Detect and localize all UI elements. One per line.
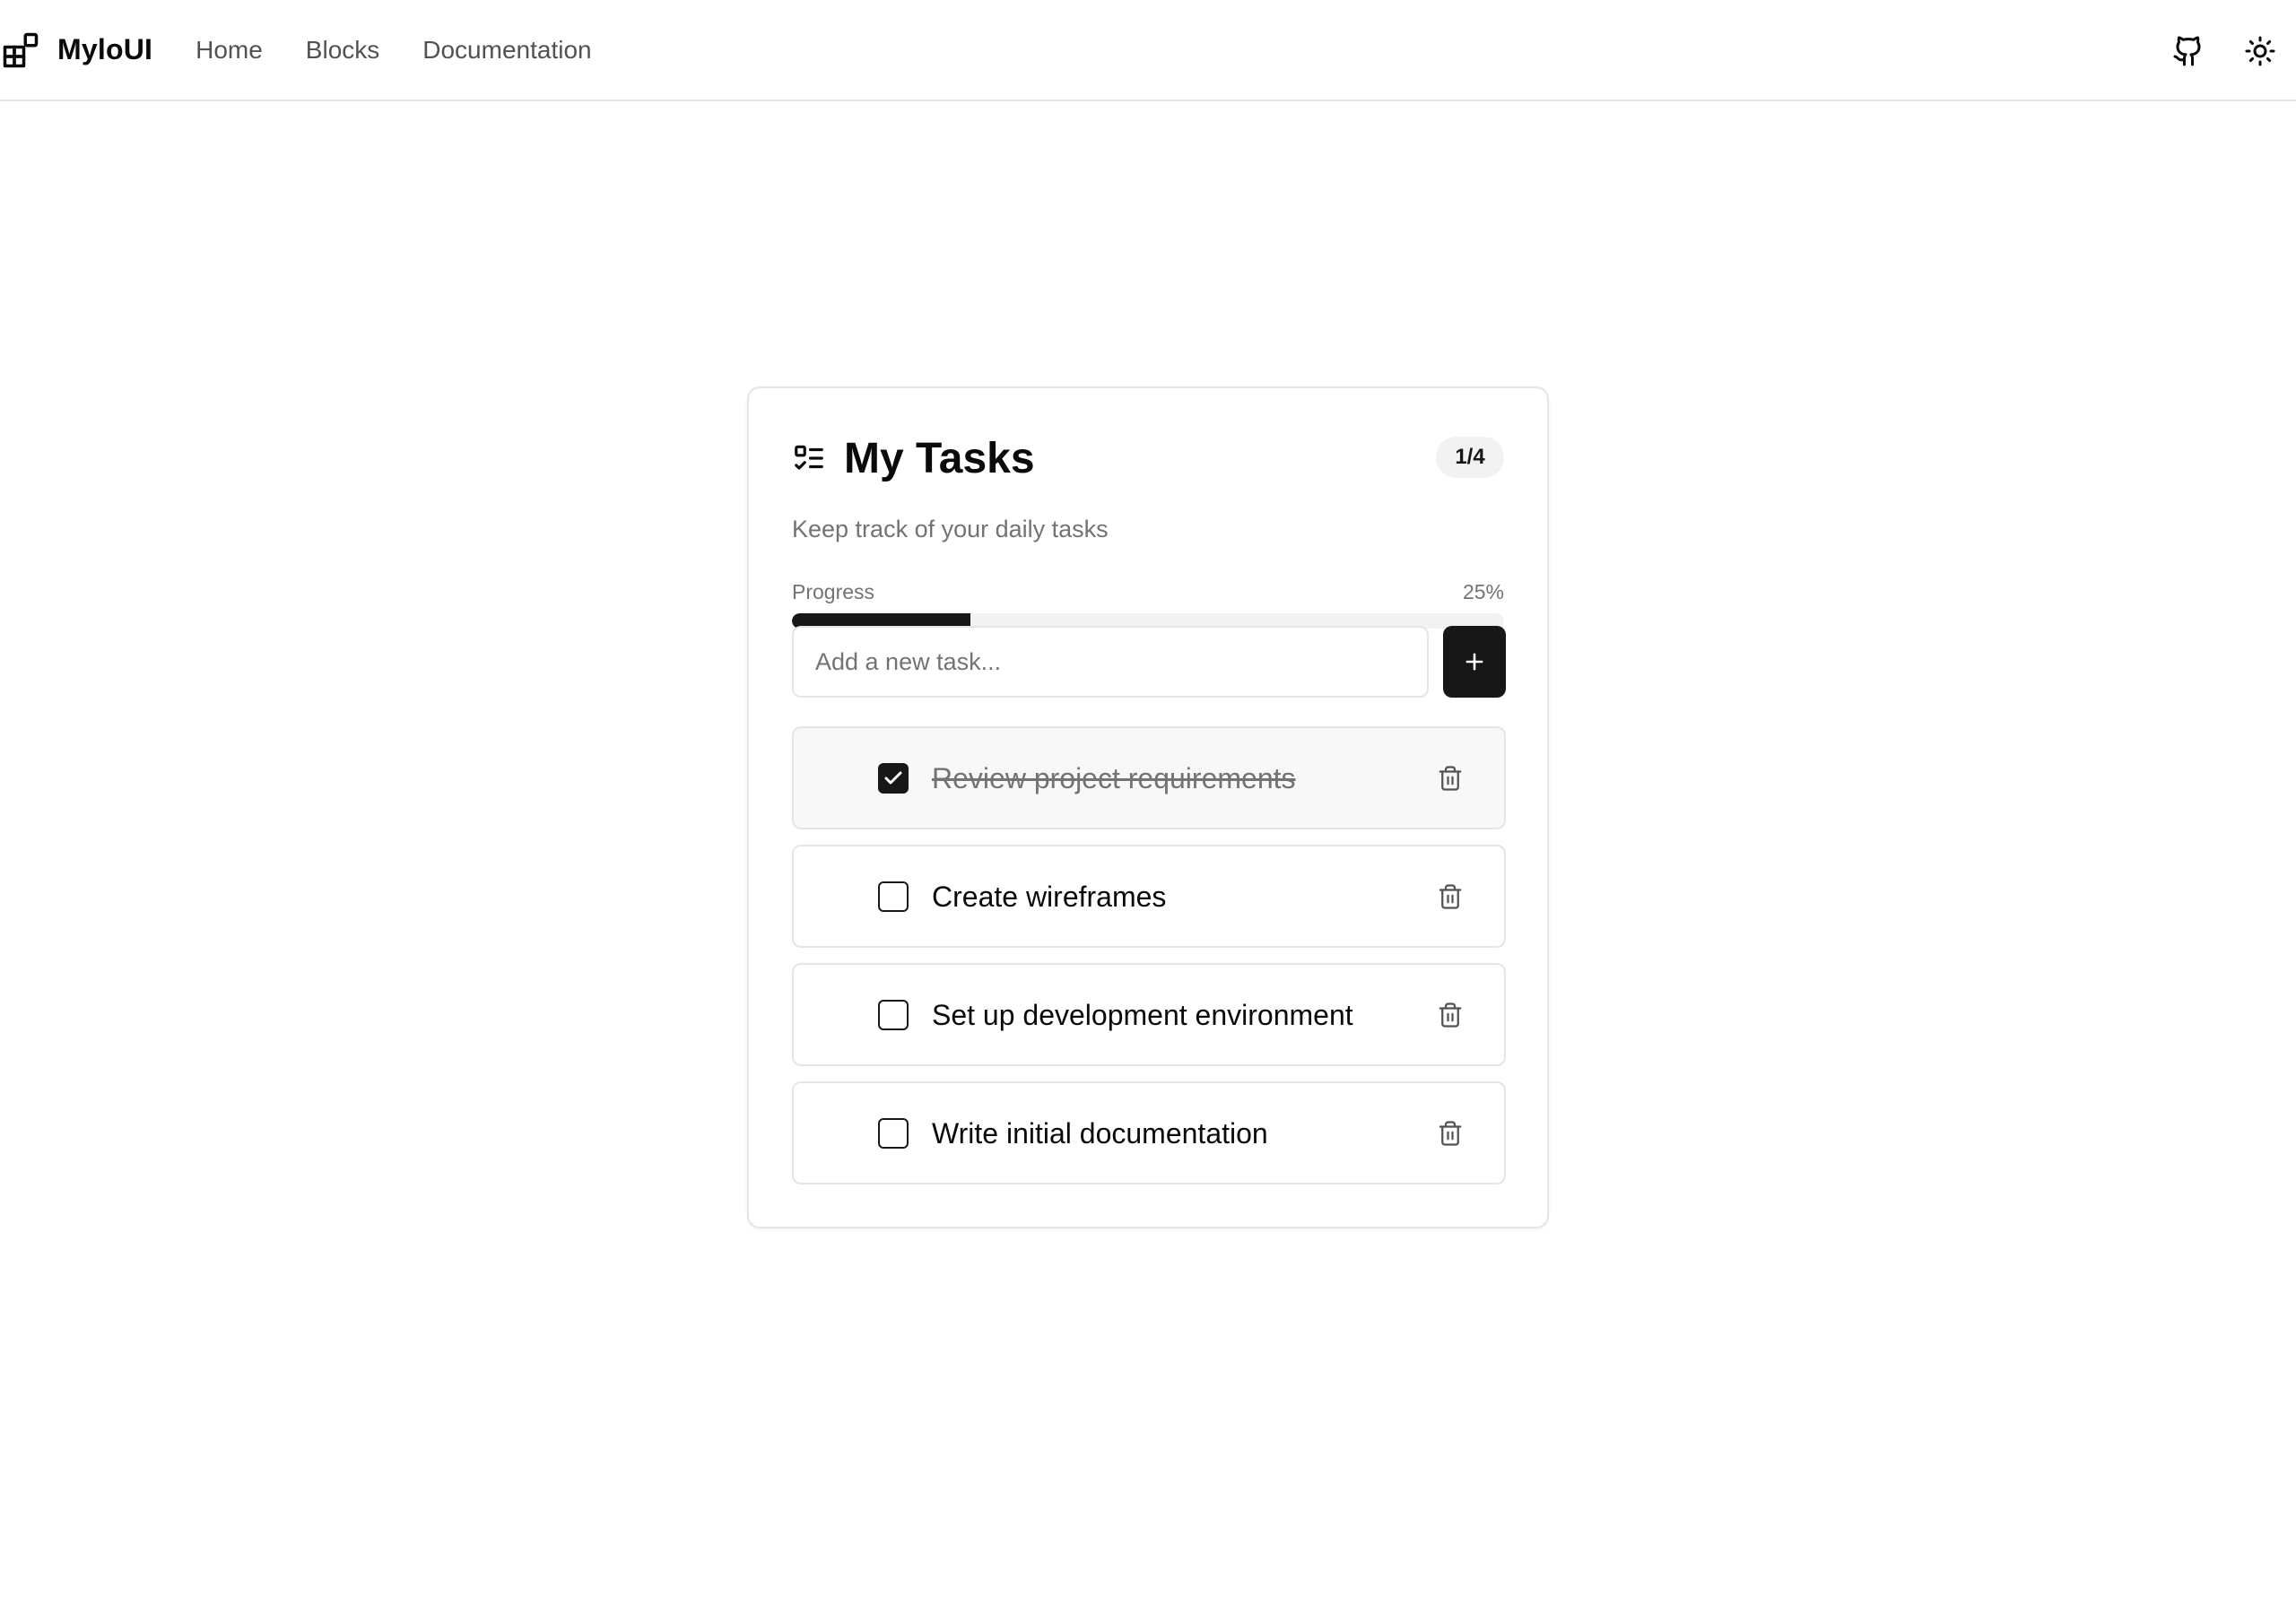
header-actions	[2152, 0, 2296, 101]
theme-toggle-button[interactable]	[2224, 15, 2296, 87]
add-task-button[interactable]	[1443, 626, 1506, 698]
top-navigation-bar: MyloUI Home Blocks Documentation	[0, 0, 2296, 101]
card-title: My Tasks	[844, 434, 1035, 482]
blocks-logo-icon	[3, 32, 39, 67]
nav-link-documentation[interactable]: Documentation	[422, 36, 591, 65]
card-subtitle: Keep track of your daily tasks	[792, 516, 1109, 542]
title-row: My Tasks	[792, 433, 1504, 483]
delete-task-button[interactable]	[1432, 997, 1468, 1033]
progress-label-row: Progress 25%	[792, 580, 1504, 605]
nav-link-blocks[interactable]: Blocks	[306, 36, 379, 65]
trash-icon	[1439, 884, 1462, 909]
nav-link-home[interactable]: Home	[196, 36, 263, 65]
delete-task-button[interactable]	[1432, 760, 1468, 796]
brand-name: MyloUI	[57, 33, 153, 65]
plus-icon	[1465, 653, 1483, 671]
trash-icon	[1439, 1002, 1462, 1028]
task-checkbox[interactable]	[878, 881, 909, 912]
task-label: Create wireframes	[932, 881, 1167, 913]
tasks-card: My Tasks 1/4 Keep track of your daily ta…	[747, 386, 1549, 1228]
task-checkbox[interactable]	[878, 763, 909, 794]
progress-label: Progress	[792, 580, 875, 603]
trash-icon	[1439, 766, 1462, 791]
task-label: Write initial documentation	[932, 1117, 1268, 1150]
github-icon	[2173, 36, 2201, 65]
task-item: Write initial documentation	[792, 1081, 1506, 1184]
main-nav: Home Blocks Documentation	[196, 36, 635, 65]
task-checkbox[interactable]	[878, 1118, 909, 1149]
add-task-row	[792, 626, 1506, 698]
progress-value: 25%	[1462, 580, 1504, 603]
list-checks-icon	[795, 445, 823, 470]
task-checkbox[interactable]	[878, 1000, 909, 1030]
new-task-input[interactable]	[792, 626, 1429, 698]
task-item: Review project requirements	[792, 726, 1506, 829]
task-label: Review project requirements	[932, 762, 1296, 794]
task-item: Set up development environment	[792, 963, 1506, 1066]
check-icon	[884, 771, 902, 785]
delete-task-button[interactable]	[1432, 879, 1468, 915]
delete-task-button[interactable]	[1432, 1115, 1468, 1151]
trash-icon	[1439, 1121, 1462, 1146]
github-button[interactable]	[2152, 15, 2224, 87]
brand[interactable]: MyloUI	[2, 31, 152, 69]
sun-icon	[2245, 36, 2275, 65]
task-label: Set up development environment	[932, 999, 1353, 1031]
card-header: My Tasks 1/4 Keep track of your daily ta…	[792, 433, 1504, 629]
task-count-badge: 1/4	[1436, 437, 1504, 478]
task-item: Create wireframes	[792, 845, 1506, 948]
task-list: Review project requirements Create wiref…	[792, 726, 1506, 1200]
